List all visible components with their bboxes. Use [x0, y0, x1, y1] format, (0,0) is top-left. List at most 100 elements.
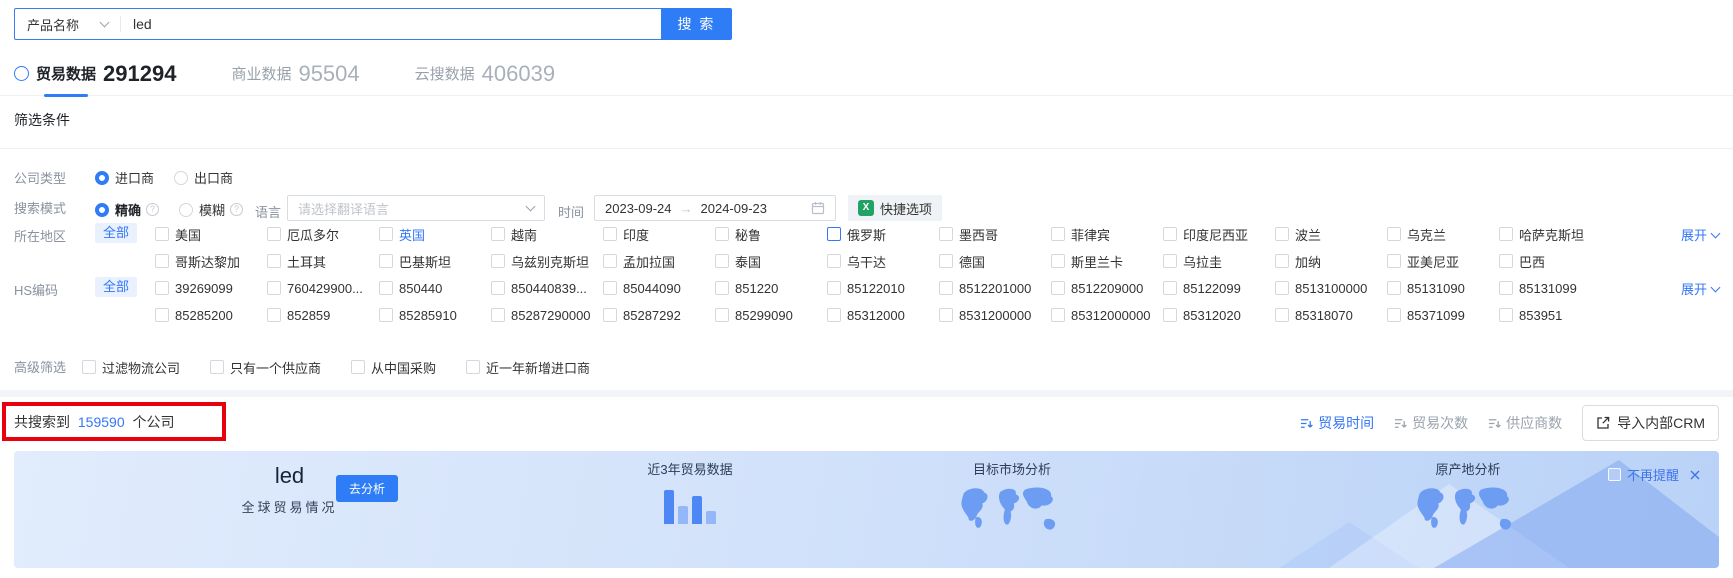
- region-row-2: 哥斯达黎加 土耳其 巴基斯坦 乌兹别克斯坦 孟加拉国 泰国 乌干达 德国 斯里兰…: [0, 250, 1733, 272]
- region-checkbox[interactable]: 哈萨克斯坦: [1499, 223, 1611, 245]
- hs-code-checkbox[interactable]: 8512209000: [1051, 277, 1163, 299]
- region-checkbox[interactable]: 美国: [155, 223, 267, 245]
- dismiss-checkbox[interactable]: [1607, 468, 1621, 481]
- hs-code-checkbox[interactable]: 85287290000: [491, 304, 603, 326]
- region-all-chip[interactable]: 全部: [95, 223, 138, 243]
- import-crm-button[interactable]: 导入内部CRM: [1582, 405, 1719, 441]
- hs-code-checkbox[interactable]: 853951: [1499, 304, 1611, 326]
- hs-code-checkbox[interactable]: 850440839...: [491, 277, 603, 299]
- region-checkbox[interactable]: 巴基斯坦: [379, 250, 491, 272]
- hs-code-checkbox[interactable]: 85287292: [603, 304, 715, 326]
- sort-button[interactable]: 贸易时间: [1300, 413, 1374, 433]
- sort-button[interactable]: 贸易次数: [1394, 413, 1468, 433]
- info-icon[interactable]: [146, 203, 160, 216]
- region-checkbox[interactable]: 印度: [603, 223, 715, 245]
- checkbox-label: 乌兹别克斯坦: [511, 254, 590, 270]
- region-checkbox[interactable]: 加纳: [1275, 250, 1387, 272]
- hs-code-checkbox[interactable]: 8531200000: [939, 304, 1051, 326]
- advanced-checkbox[interactable]: 过滤物流公司: [82, 356, 180, 378]
- region-checkbox[interactable]: 德国: [939, 250, 1051, 272]
- analyze-button[interactable]: 去分析: [336, 475, 399, 502]
- hs-code-checkbox[interactable]: 850440: [379, 277, 491, 299]
- hs-code-checkbox[interactable]: 8512201000: [939, 277, 1051, 299]
- hs-expand-link[interactable]: 展开: [1681, 279, 1721, 298]
- quick-options-button[interactable]: 快捷选项: [848, 195, 943, 221]
- chevron-down-icon: [1710, 228, 1721, 238]
- hs-code-checkbox[interactable]: 8513100000: [1275, 277, 1387, 299]
- date-range-picker[interactable]: 2023-09-24 2024-09-23: [594, 195, 836, 221]
- hs-code-checkbox[interactable]: 85312020: [1163, 304, 1275, 326]
- region-checkbox[interactable]: 哥斯达黎加: [155, 250, 267, 272]
- region-checkbox[interactable]: 亚美尼亚: [1387, 250, 1499, 272]
- hs-code-checkbox[interactable]: 85122010: [827, 277, 939, 299]
- hs-code-checkbox[interactable]: 85285200: [155, 304, 267, 326]
- hs-code-checkbox[interactable]: 85318070: [1275, 304, 1387, 326]
- region-checkbox[interactable]: 斯里兰卡: [1051, 250, 1163, 272]
- search-button[interactable]: 搜 索: [661, 8, 732, 40]
- region-checkbox[interactable]: 厄瓜多尔: [267, 223, 379, 245]
- hs-code-checkbox[interactable]: 85371099: [1387, 304, 1499, 326]
- region-checkbox[interactable]: 墨西哥: [939, 223, 1051, 245]
- advanced-checkbox[interactable]: 从中国采购: [351, 356, 436, 378]
- checkbox-label: 39269099: [175, 280, 233, 296]
- help-icon[interactable]: [14, 66, 29, 81]
- advanced-checkbox[interactable]: 只有一个供应商: [210, 356, 321, 378]
- region-checkbox-grid: 美国 厄瓜多尔 英国 越南 印度 秘鲁 俄罗斯 墨西哥 菲律宾 印度尼西亚 波兰…: [155, 223, 1733, 245]
- hs-code-checkbox[interactable]: 85131099: [1499, 277, 1611, 299]
- region-checkbox[interactable]: 孟加拉国: [603, 250, 715, 272]
- region-checkbox[interactable]: 菲律宾: [1051, 223, 1163, 245]
- checkbox-label: 菲律宾: [1071, 227, 1111, 243]
- region-checkbox[interactable]: 秘鲁: [715, 223, 827, 245]
- hs-code-checkbox[interactable]: 85312000000: [1051, 304, 1163, 326]
- company-type-radio[interactable]: 出口商: [174, 168, 233, 187]
- tab[interactable]: 云搜数据 406039: [415, 52, 555, 96]
- close-icon[interactable]: [1689, 469, 1701, 481]
- search-mode-radio[interactable]: 精确: [95, 200, 160, 219]
- search-input[interactable]: [121, 16, 661, 32]
- checkbox-icon: [1051, 227, 1065, 241]
- region-checkbox[interactable]: 泰国: [715, 250, 827, 272]
- hs-code-checkbox[interactable]: 760429900...: [267, 277, 379, 299]
- hs-code-checkbox[interactable]: 39269099: [155, 277, 267, 299]
- checkbox-icon: [82, 360, 96, 374]
- analysis-promo-banner: led 全球贸易情况 去分析 近3年贸易数据 目标市场分析 原产地分析 不再提醒: [14, 451, 1719, 568]
- checkbox-icon: [1163, 254, 1177, 268]
- region-checkbox[interactable]: 英国: [379, 223, 491, 245]
- advanced-checkbox[interactable]: 近一年新增进口商: [466, 356, 590, 378]
- language-select[interactable]: 请选择翻译语言: [287, 195, 545, 221]
- search-mode-radio[interactable]: 模糊: [179, 200, 244, 219]
- region-checkbox[interactable]: 乌干达: [827, 250, 939, 272]
- region-checkbox[interactable]: 俄罗斯: [827, 223, 939, 245]
- company-type-radio[interactable]: 进口商: [95, 168, 154, 187]
- region-label: 所在地区: [14, 229, 67, 244]
- info-icon[interactable]: [230, 203, 244, 216]
- hs-code-checkbox[interactable]: 852859: [267, 304, 379, 326]
- hs-code-checkbox[interactable]: 85299090: [715, 304, 827, 326]
- hs-code-checkbox[interactable]: 85122099: [1163, 277, 1275, 299]
- sort-button[interactable]: 供应商数: [1488, 413, 1562, 433]
- checkbox-label: 近一年新增进口商: [486, 360, 591, 376]
- hs-code-checkbox[interactable]: 851220: [715, 277, 827, 299]
- region-checkbox[interactable]: 土耳其: [267, 250, 379, 272]
- hs-code-checkbox[interactable]: 85044090: [603, 277, 715, 299]
- sort-label: 贸易次数: [1412, 415, 1469, 431]
- hs-code-checkbox[interactable]: 85131090: [1387, 277, 1499, 299]
- hs-all-chip[interactable]: 全部: [95, 277, 138, 297]
- region-checkbox[interactable]: 乌克兰: [1387, 223, 1499, 245]
- region-checkbox[interactable]: 巴西: [1499, 250, 1611, 272]
- hs-code-checkbox[interactable]: 85312000: [827, 304, 939, 326]
- region-checkbox[interactable]: 乌兹别克斯坦: [491, 250, 603, 272]
- language-placeholder: 请选择翻译语言: [298, 201, 390, 217]
- tab[interactable]: 商业数据 95504: [231, 52, 359, 96]
- checkbox-label: 泰国: [735, 254, 762, 270]
- region-checkbox[interactable]: 印度尼西亚: [1163, 223, 1275, 245]
- import-crm-label: 导入内部CRM: [1617, 415, 1705, 431]
- search-category-select[interactable]: 产品名称: [15, 15, 120, 34]
- checkbox-label: 85299090: [735, 307, 793, 323]
- tab[interactable]: 贸易数据 291294: [14, 52, 176, 97]
- region-checkbox[interactable]: 波兰: [1275, 223, 1387, 245]
- region-checkbox[interactable]: 越南: [491, 223, 603, 245]
- region-expand-link[interactable]: 展开: [1681, 225, 1721, 244]
- region-checkbox[interactable]: 乌拉圭: [1163, 250, 1275, 272]
- hs-code-checkbox[interactable]: 85285910: [379, 304, 491, 326]
